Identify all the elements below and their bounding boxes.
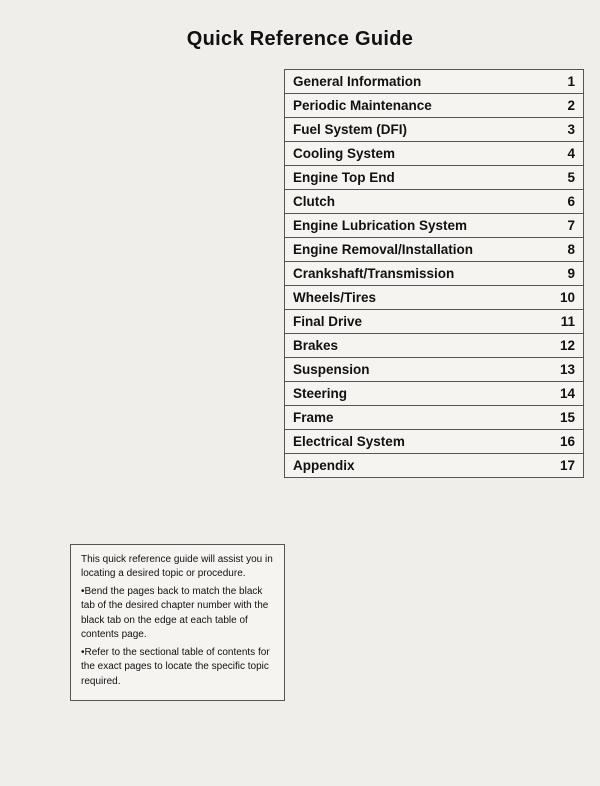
note-box: This quick reference guide will assist y… <box>70 544 285 702</box>
toc-row[interactable]: General Information1 <box>285 70 584 94</box>
chapter-title: Suspension <box>285 358 552 382</box>
chapter-title: Steering <box>285 382 552 406</box>
toc-row[interactable]: Final Drive11 <box>285 310 584 334</box>
toc-row[interactable]: Frame15 <box>285 406 584 430</box>
toc-row[interactable]: Engine Removal/Installation8 <box>285 238 584 262</box>
toc-row[interactable]: Wheels/Tires10 <box>285 286 584 310</box>
note-line: •Bend the pages back to match the black … <box>81 585 274 643</box>
note-line: This quick reference guide will assist y… <box>81 553 274 582</box>
chapter-title: Electrical System <box>285 430 552 454</box>
toc-row[interactable]: Suspension13 <box>285 358 584 382</box>
chapter-title: Crankshaft/Transmission <box>285 262 552 286</box>
note-line: •Refer to the sectional table of content… <box>81 646 274 690</box>
chapter-title: Engine Lubrication System <box>285 214 552 238</box>
toc-row[interactable]: Appendix17 <box>285 454 584 478</box>
toc-row[interactable]: Brakes12 <box>285 334 584 358</box>
chapter-title: Engine Removal/Installation <box>285 238 552 262</box>
chapter-number: 15 <box>552 406 584 430</box>
chapter-title: Cooling System <box>285 142 552 166</box>
chapter-title: Brakes <box>285 334 552 358</box>
chapter-number: 14 <box>552 382 584 406</box>
toc-row[interactable]: Electrical System16 <box>285 430 584 454</box>
chapter-number: 17 <box>552 454 584 478</box>
toc-row[interactable]: Engine Top End5 <box>285 166 584 190</box>
toc-row[interactable]: Crankshaft/Transmission9 <box>285 262 584 286</box>
chapter-title: Frame <box>285 406 552 430</box>
chapter-number: 16 <box>552 430 584 454</box>
chapter-title: Clutch <box>285 190 552 214</box>
chapter-number: 2 <box>552 94 584 118</box>
chapter-title: Periodic Maintenance <box>285 94 552 118</box>
chapter-number: 8 <box>552 238 584 262</box>
chapter-title: Fuel System (DFI) <box>285 118 552 142</box>
chapter-title: Wheels/Tires <box>285 286 552 310</box>
toc-row[interactable]: Cooling System4 <box>285 142 584 166</box>
chapter-number: 5 <box>552 166 584 190</box>
chapter-number: 13 <box>552 358 584 382</box>
chapter-title: General Information <box>285 70 552 94</box>
chapter-title: Engine Top End <box>285 166 552 190</box>
chapter-number: 12 <box>552 334 584 358</box>
toc-row[interactable]: Steering14 <box>285 382 584 406</box>
chapter-number: 10 <box>552 286 584 310</box>
page-title: Quick Reference Guide <box>0 0 600 69</box>
chapter-number: 7 <box>552 214 584 238</box>
chapter-number: 4 <box>552 142 584 166</box>
toc-row[interactable]: Periodic Maintenance2 <box>285 94 584 118</box>
chapter-number: 9 <box>552 262 584 286</box>
chapter-number: 3 <box>552 118 584 142</box>
toc-row[interactable]: Engine Lubrication System7 <box>285 214 584 238</box>
chapter-title: Appendix <box>285 454 552 478</box>
chapter-title: Final Drive <box>285 310 552 334</box>
toc-row[interactable]: Fuel System (DFI)3 <box>285 118 584 142</box>
toc-table: General Information1Periodic Maintenance… <box>284 69 584 478</box>
chapter-number: 1 <box>552 70 584 94</box>
chapter-number: 6 <box>552 190 584 214</box>
toc-area: General Information1Periodic Maintenance… <box>0 69 600 478</box>
chapter-number: 11 <box>552 310 584 334</box>
toc-row[interactable]: Clutch6 <box>285 190 584 214</box>
